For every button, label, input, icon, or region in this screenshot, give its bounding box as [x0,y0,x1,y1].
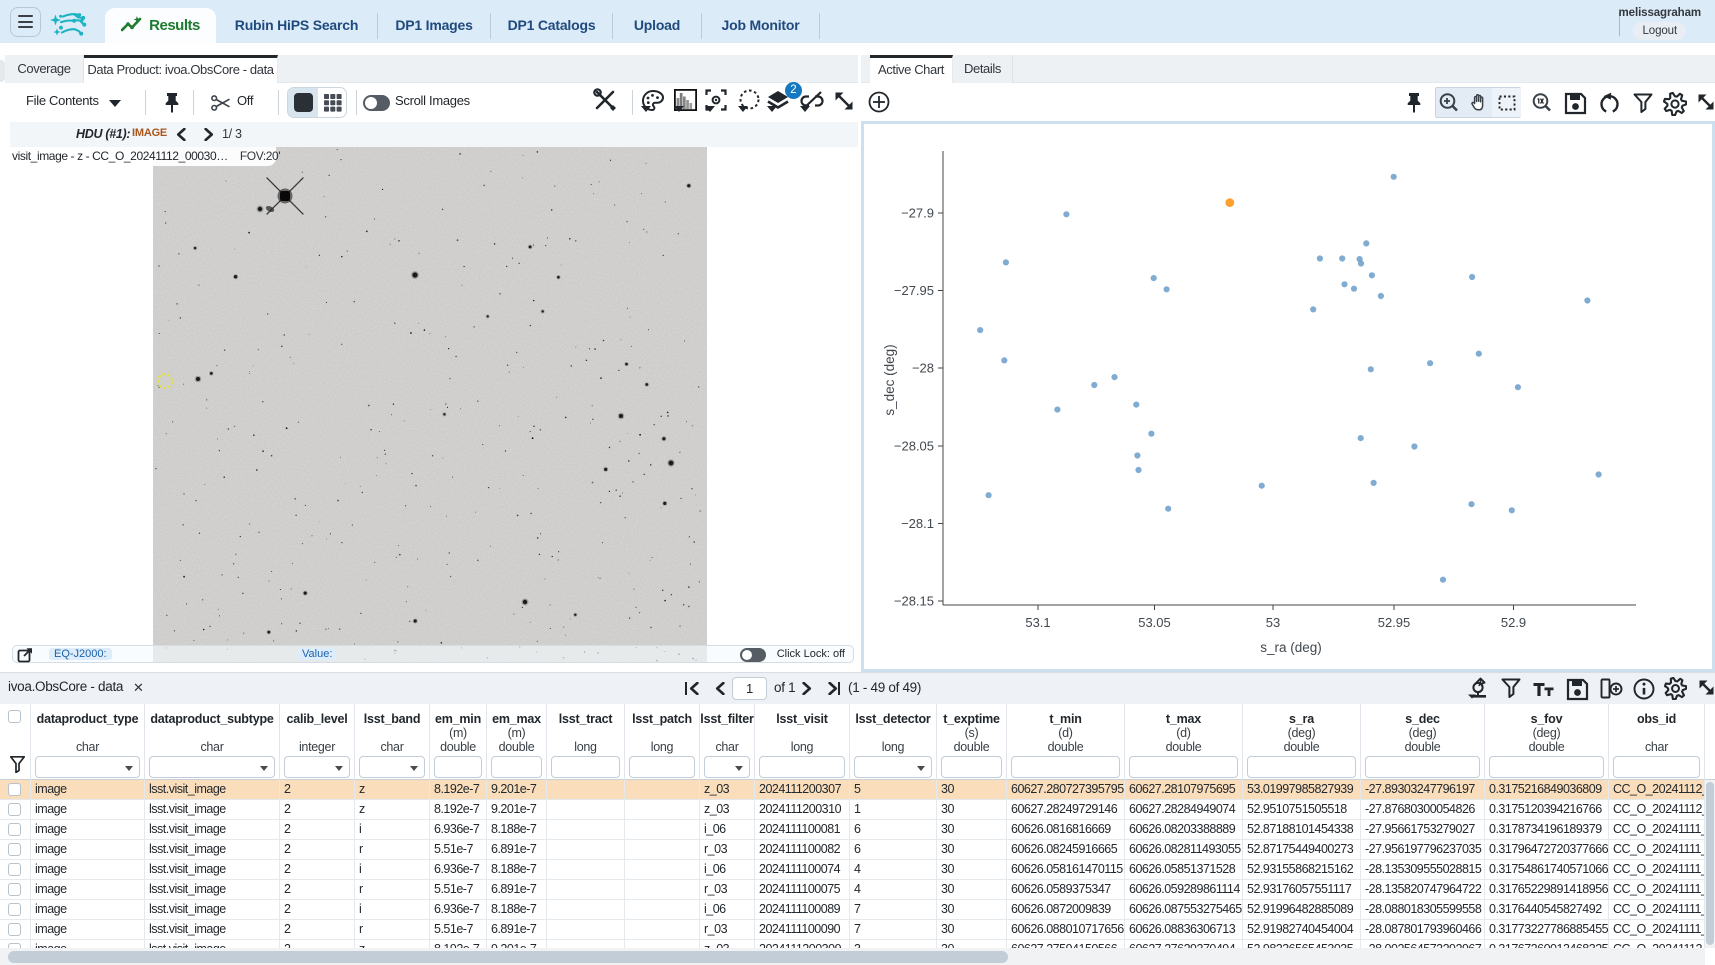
svg-text:52.9: 52.9 [1501,615,1526,630]
svg-text:52.95: 52.95 [1378,615,1411,630]
svg-text:−28.15: −28.15 [894,594,934,609]
svg-text:−28: −28 [912,361,934,376]
svg-text:s_ra (deg): s_ra (deg) [1260,640,1322,655]
svg-text:s_dec (deg): s_dec (deg) [882,344,897,415]
svg-text:53: 53 [1266,615,1280,630]
svg-text:−27.95: −27.95 [894,283,934,298]
svg-text:53.05: 53.05 [1138,615,1171,630]
svg-text:53.1: 53.1 [1025,615,1050,630]
svg-text:−28.05: −28.05 [894,439,934,454]
svg-text:−27.9: −27.9 [901,206,934,221]
svg-text:−28.1: −28.1 [901,516,934,531]
